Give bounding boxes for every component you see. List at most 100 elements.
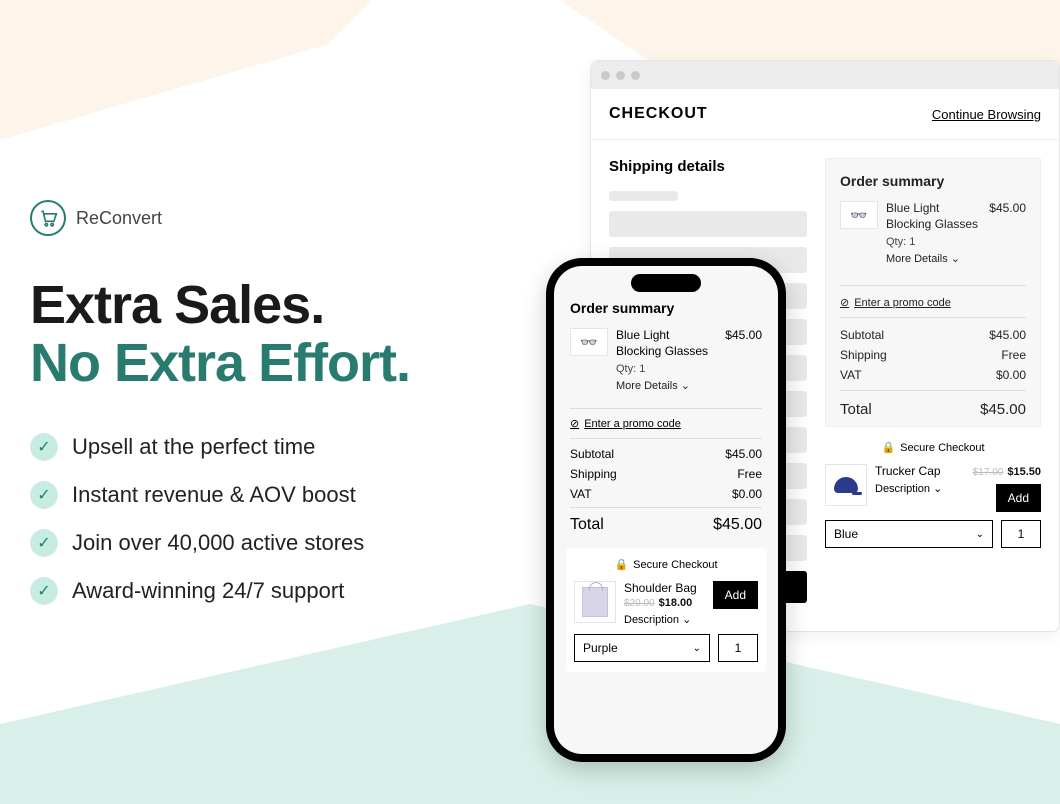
promo-label: Enter a promo code — [584, 418, 681, 430]
subtotal-label: Subtotal — [570, 447, 614, 461]
variant-select[interactable]: Blue ⌄ — [825, 520, 993, 548]
benefit-item: ✓ Upsell at the perfect time — [30, 433, 530, 461]
chevron-down-icon: ⌄ — [693, 643, 701, 654]
upsell-description-toggle[interactable]: Description ⌄ — [624, 613, 705, 626]
qty-input[interactable]: 1 — [1001, 520, 1041, 548]
order-summary-title: Order summary — [840, 173, 1026, 189]
vat-row: VAT $0.00 — [840, 368, 1026, 382]
secure-checkout-label: 🔒 Secure Checkout — [574, 558, 758, 571]
headline-line2: No Extra Effort. — [30, 334, 530, 392]
variant-select[interactable]: Purple ⌄ — [574, 634, 710, 662]
more-details-toggle[interactable]: More Details ⌄ — [886, 252, 981, 265]
total-value: $45.00 — [980, 401, 1026, 418]
promo-code-link[interactable]: ⊘ Enter a promo code — [840, 296, 1026, 309]
upsell-price: $20.00 $18.00 — [624, 597, 705, 609]
upsell-price: $17.00$15.50 — [973, 466, 1041, 478]
summary-line-item: 👓 Blue Light Blocking Glasses Qty: 1 Mor… — [570, 328, 762, 402]
summary-line-item: 👓 Blue Light Blocking Glasses Qty: 1 Mor… — [840, 201, 1026, 277]
traffic-light-min — [616, 71, 625, 80]
phone-mock: Order summary 👓 Blue Light Blocking Glas… — [546, 258, 786, 762]
secure-text: Secure Checkout — [900, 442, 984, 454]
benefit-item: ✓ Join over 40,000 active stores — [30, 529, 530, 557]
order-summary-column: Order summary 👓 Blue Light Blocking Glas… — [825, 158, 1041, 613]
vat-value: $0.00 — [732, 487, 762, 501]
order-summary-panel: Order summary 👓 Blue Light Blocking Glas… — [825, 158, 1041, 427]
phone-order-summary: Order summary 👓 Blue Light Blocking Glas… — [566, 298, 766, 536]
shipping-title: Shipping details — [609, 158, 807, 175]
lock-icon: 🔒 — [614, 558, 628, 571]
reconvert-logo-icon — [30, 200, 66, 236]
marketing-panel: ReConvert Extra Sales. No Extra Effort. … — [30, 200, 530, 625]
glasses-icon: 👓 — [840, 201, 878, 229]
total-label: Total — [570, 516, 604, 534]
secure-text: Secure Checkout — [633, 559, 717, 571]
promo-code-link[interactable]: ⊘ Enter a promo code — [570, 417, 762, 430]
tag-icon: ⊘ — [840, 296, 849, 309]
total-row: Total $45.00 — [570, 516, 762, 534]
price-new: $15.50 — [1007, 466, 1041, 478]
shipping-row: Shipping Free — [570, 467, 762, 481]
subtotal-label: Subtotal — [840, 328, 884, 342]
phone-screen: Order summary 👓 Blue Light Blocking Glas… — [554, 266, 778, 754]
benefit-item: ✓ Instant revenue & AOV boost — [30, 481, 530, 509]
price-new: $18.00 — [659, 597, 693, 609]
divider — [840, 390, 1026, 391]
check-icon: ✓ — [30, 529, 58, 557]
more-details-toggle[interactable]: More Details ⌄ — [616, 379, 717, 392]
benefit-text: Join over 40,000 active stores — [72, 530, 364, 556]
browser-titlebar — [591, 61, 1059, 89]
shipping-label: Shipping — [840, 348, 887, 362]
tag-icon: ⊘ — [570, 417, 579, 430]
subtotal-value: $45.00 — [989, 328, 1026, 342]
phone-notch — [631, 274, 701, 292]
subtotal-row: Subtotal $45.00 — [840, 328, 1026, 342]
item-name: Blue Light Blocking Glasses — [616, 328, 717, 359]
brand-name: ReConvert — [76, 208, 162, 229]
divider — [570, 408, 762, 409]
divider — [840, 317, 1026, 318]
add-button[interactable]: Add — [996, 484, 1041, 512]
benefit-text: Upsell at the perfect time — [72, 434, 315, 460]
bag-icon — [582, 587, 608, 617]
shipping-label: Shipping — [570, 467, 617, 481]
add-button[interactable]: Add — [713, 581, 758, 609]
brand-row: ReConvert — [30, 200, 530, 236]
divider — [570, 438, 762, 439]
subtotal-row: Subtotal $45.00 — [570, 447, 762, 461]
upsell-thumbnail — [825, 464, 867, 506]
checkout-header: CHECKOUT Continue Browsing — [591, 89, 1059, 140]
total-row: Total $45.00 — [840, 401, 1026, 418]
traffic-light-close — [601, 71, 610, 80]
variant-value: Purple — [583, 641, 618, 655]
upsell-description-toggle[interactable]: Description ⌄ — [875, 482, 965, 495]
bg-decor-bottom — [0, 604, 1060, 804]
promo-label: Enter a promo code — [854, 297, 951, 309]
upsell-card-phone: 🔒 Secure Checkout Shoulder Bag $20.00$18… — [566, 548, 766, 672]
item-qty: Qty: 1 — [886, 236, 981, 248]
vat-row: VAT $0.00 — [570, 487, 762, 501]
price-old: $20.00 — [624, 598, 655, 609]
shipping-row: Shipping Free — [840, 348, 1026, 362]
headline-line1: Extra Sales. — [30, 276, 530, 334]
qty-input[interactable]: 1 — [718, 634, 758, 662]
shipping-value: Free — [737, 467, 762, 481]
shipping-value: Free — [1001, 348, 1026, 362]
headline: Extra Sales. No Extra Effort. — [30, 276, 530, 393]
vat-value: $0.00 — [996, 368, 1026, 382]
benefit-text: Instant revenue & AOV boost — [72, 482, 356, 508]
glasses-icon: 👓 — [570, 328, 608, 356]
vat-label: VAT — [840, 368, 862, 382]
upsell-thumbnail — [574, 581, 616, 623]
bg-decor-top-left — [0, 0, 480, 140]
cap-icon — [834, 477, 858, 493]
divider — [840, 285, 1026, 286]
benefits-list: ✓ Upsell at the perfect time ✓ Instant r… — [30, 433, 530, 605]
item-qty: Qty: 1 — [616, 363, 717, 375]
price-old: $17.00 — [973, 467, 1004, 478]
subtotal-value: $45.00 — [725, 447, 762, 461]
lock-icon: 🔒 — [881, 441, 895, 454]
item-price: $45.00 — [989, 201, 1026, 265]
benefit-item: ✓ Award-winning 24/7 support — [30, 577, 530, 605]
continue-browsing-link[interactable]: Continue Browsing — [932, 107, 1041, 122]
divider — [570, 507, 762, 508]
